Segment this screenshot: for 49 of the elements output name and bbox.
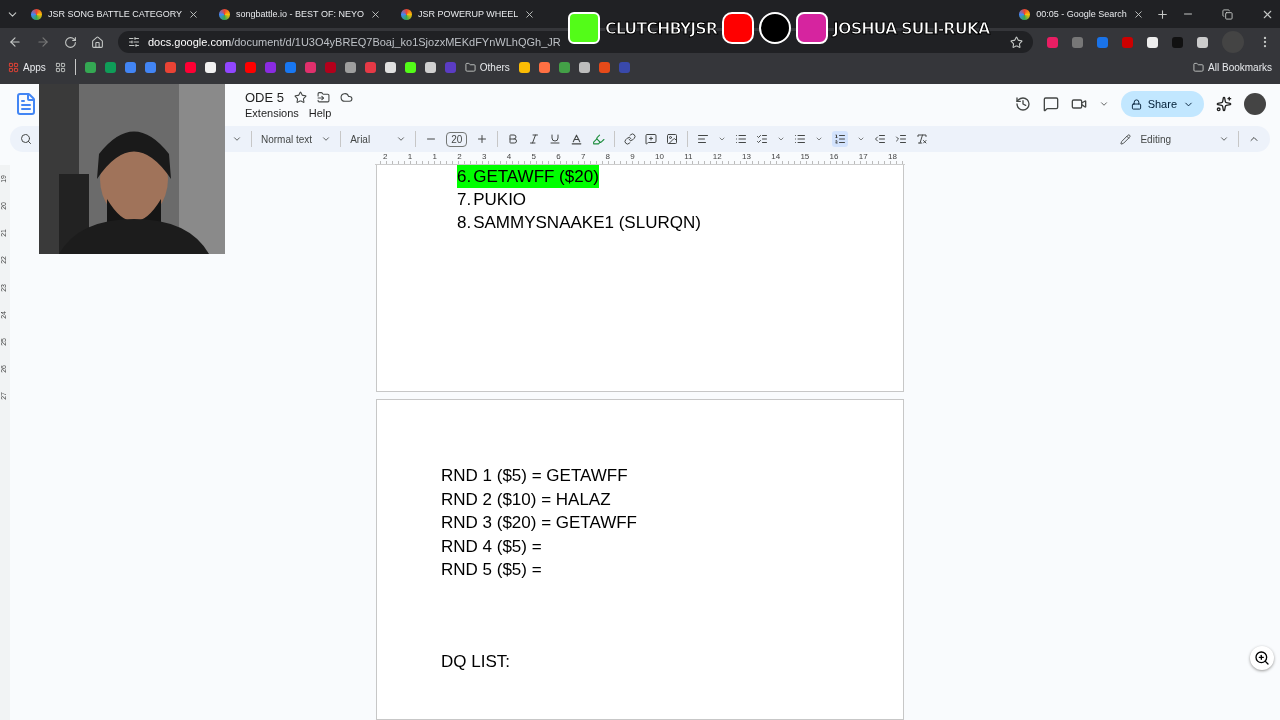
- document-heading: DQ LIST:: [441, 651, 511, 672]
- document-text: RND 5 ($5) =: [441, 559, 543, 581]
- ruler-number: 2: [383, 152, 388, 163]
- document-text: RND 1 ($5) = GETAWFF: [441, 465, 629, 487]
- ruler-number: 2: [457, 152, 462, 163]
- tab-title: JSR SONG BATTLE CATEGORY: [48, 9, 183, 19]
- tab-title: JSR POWERUP WHEEL: [417, 9, 519, 19]
- ruler-number: 14: [771, 152, 781, 163]
- apps-bookmark[interactable]: Apps: [23, 61, 46, 73]
- ruler-number: 13: [742, 152, 751, 163]
- browser-tab[interactable]: JSR POWERUP WHEEL: [392, 2, 544, 26]
- list-item: 6.GETAWFF ($20): [457, 165, 599, 188]
- others-folder[interactable]: Others: [479, 61, 510, 73]
- ruler-number: 16: [829, 152, 839, 163]
- document-text: RND 3 ($20) = GETAWFF: [441, 512, 638, 534]
- ruler-number: 6: [556, 152, 561, 163]
- ruler-number: 10: [655, 152, 664, 163]
- url-text: docs.google.com/document/d/1U3O4yBREQ7Boaj_ko1SjozxMEKdFYnWLhQGh_JR: [148, 36, 561, 48]
- list-item: 8.SAMMYSNAAKE1 (SLURQN): [457, 212, 701, 234]
- list-item: 7.PUKIO: [457, 189, 527, 211]
- menu-item[interactable]: Extensions: [245, 106, 299, 119]
- browser-tab[interactable]: songbattle.io - BEST OF: NEYO: [211, 2, 389, 26]
- ruler-number: 7: [580, 152, 586, 163]
- ruler-number: 8: [605, 152, 611, 163]
- font-size-field[interactable]: 20: [446, 131, 468, 147]
- browser-tab[interactable]: JSR SONG BATTLE CATEGORY: [23, 2, 208, 26]
- ruler-number: 11: [684, 152, 693, 163]
- ruler-number: 5: [531, 152, 536, 163]
- tab-title: songbattle.io - BEST OF: NEYO: [236, 9, 364, 19]
- ruler-number: 1: [432, 152, 437, 163]
- browser-tab[interactable]: 00:05 - Google Search: [1011, 2, 1152, 26]
- ruler-number: 3: [481, 152, 487, 163]
- tab-title: 00:05 - Google Search: [1036, 9, 1127, 19]
- share-button[interactable]: Share: [1120, 91, 1204, 117]
- ruler-number: 15: [800, 152, 810, 163]
- ruler-number: 18: [888, 152, 897, 163]
- ruler-number: 4: [506, 152, 512, 163]
- ruler-number: 12: [712, 152, 722, 163]
- document-text: RND 2 ($10) = HALAZ: [441, 488, 612, 511]
- style-dropdown[interactable]: Normal text: [261, 133, 313, 145]
- menu-item[interactable]: Help: [308, 106, 332, 119]
- document-title[interactable]: ODE 5: [245, 89, 284, 105]
- document-text: RND 4 ($5) =: [441, 535, 543, 558]
- ruler-number: 9: [630, 152, 635, 163]
- editing-mode-dropdown[interactable]: Editing: [1140, 133, 1171, 145]
- font-dropdown[interactable]: Arial: [350, 133, 371, 145]
- ruler-number: 1: [407, 152, 413, 163]
- ruler-number: 17: [858, 152, 868, 163]
- all-bookmarks-folder[interactable]: All Bookmarks: [1208, 61, 1272, 73]
